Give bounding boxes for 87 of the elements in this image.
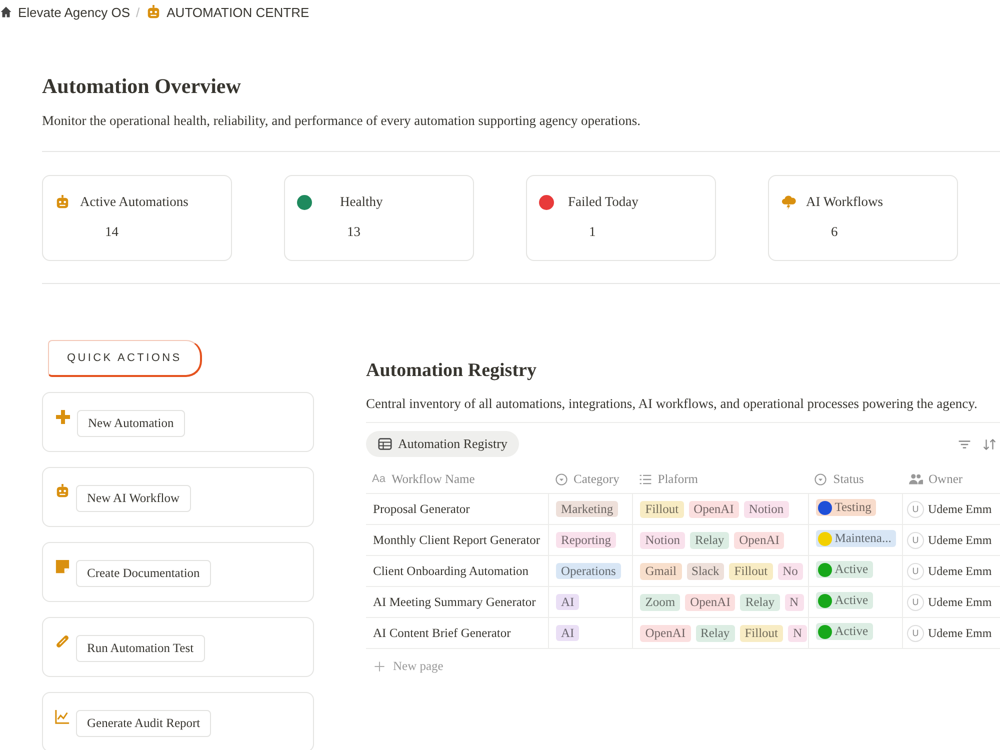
tag: Gmail	[640, 562, 682, 580]
section-label: QUICK ACTIONS	[48, 340, 202, 377]
section-description: Central inventory of all automations, integrations, AI workflows, and operational processes powering the agency.	[366, 396, 978, 412]
stat-value: 13	[347, 224, 362, 240]
chart-icon	[55, 709, 70, 724]
tag: AI	[556, 624, 580, 640]
tag: Reporting	[556, 532, 616, 548]
owner-name: Udeme Emm	[928, 532, 992, 548]
tag: Notion	[640, 532, 685, 548]
select-type-icon	[554, 472, 568, 486]
status-tag: Active	[816, 623, 874, 640]
tag: Fillout	[640, 500, 684, 518]
stat-value: 1	[589, 224, 597, 240]
view-tab[interactable]: Automation Registry	[366, 431, 520, 457]
tag: OpenAI	[688, 500, 739, 518]
action-button[interactable]: Run Automation Test	[76, 635, 205, 662]
owner-name: Udeme Emm	[928, 594, 992, 610]
tag: N	[784, 594, 804, 610]
stat-label: AI Workflows	[806, 194, 884, 210]
table-cell: Monthly Client Report Generator	[366, 524, 549, 556]
plus-icon	[374, 661, 385, 672]
owner-name: Udeme Emm	[928, 626, 992, 640]
page-description: Monitor the operational health, reliability, and performance of every automation supporting agency operations.	[42, 113, 642, 129]
status-tag: Maintena...	[816, 530, 896, 548]
stat-label: Failed Today	[568, 194, 638, 210]
column-header[interactable]: Plaform	[632, 465, 808, 494]
tag: OpenAI	[734, 532, 784, 548]
column-header[interactable]: Category	[548, 465, 633, 494]
column-header[interactable]: Owner	[902, 465, 1000, 494]
plus-icon	[55, 409, 71, 425]
stat-value: 14	[105, 224, 120, 240]
status-tag: Active	[816, 561, 874, 578]
status-tag: Testing	[816, 499, 876, 516]
tag: Operations	[556, 562, 621, 578]
action-button[interactable]: Generate Audit Report	[76, 710, 212, 737]
action-button[interactable]: New AI Workflow	[76, 485, 190, 512]
tag: No	[778, 562, 803, 580]
robot-icon	[146, 4, 161, 20]
owner-name: Udeme Emm	[928, 564, 992, 578]
tag: Zoom	[640, 594, 680, 610]
tag: Fillout	[729, 562, 773, 580]
stat-value: 6	[831, 224, 839, 240]
cloud-icon	[781, 194, 796, 210]
tag: Marketing	[556, 500, 618, 516]
breadcrumb-link[interactable]: AUTOMATION CENTRE	[146, 4, 310, 20]
robot-icon	[55, 484, 70, 499]
tag: N	[788, 624, 808, 642]
tag: AI	[556, 594, 580, 610]
table-cell: Proposal Generator	[366, 494, 549, 524]
column-header[interactable]: Status	[808, 465, 903, 494]
tag: Notion	[744, 500, 789, 518]
avatar: U	[907, 562, 924, 580]
avatar: U	[907, 594, 924, 610]
stat-label: Active Automations	[80, 194, 188, 210]
tag: OpenAI	[640, 624, 691, 642]
table-cell: Client Onboarding Automation	[366, 556, 549, 586]
tag: Relay	[690, 532, 730, 548]
status-tag: Active	[816, 592, 874, 610]
page-title: Automation Overview	[42, 74, 242, 99]
breadcrumb-link[interactable]: Elevate Agency OS	[0, 4, 130, 20]
list-icon	[638, 472, 652, 486]
tag: Fillout	[740, 624, 784, 642]
table-cell: AI Meeting Summary Generator	[366, 586, 549, 618]
breadcrumb-separator: /	[136, 4, 140, 20]
tag: Relay	[740, 594, 780, 610]
select-type-icon	[814, 472, 828, 486]
people-icon	[908, 472, 923, 486]
tag: Relay	[696, 624, 735, 642]
avatar: U	[907, 532, 924, 548]
robot-icon	[55, 194, 70, 210]
home-icon	[0, 6, 12, 18]
text-type-icon: Aa	[372, 473, 386, 485]
table-cell: AI Content Brief Generator	[366, 618, 549, 648]
tag: OpenAI	[685, 594, 736, 610]
stat-label: Healthy	[340, 194, 383, 210]
tag: Slack	[686, 562, 724, 580]
filter-icon[interactable]	[958, 438, 971, 450]
section-title: Automation Registry	[366, 360, 538, 382]
avatar: U	[907, 624, 924, 642]
owner-name: Udeme Emm	[928, 502, 992, 516]
avatar: U	[907, 500, 924, 518]
action-button[interactable]: Create Documentation	[76, 560, 211, 587]
column-header[interactable]: Aa Workflow Name	[366, 465, 549, 494]
sort-icon[interactable]	[983, 438, 996, 450]
action-button[interactable]: New Automation	[77, 410, 185, 437]
table-icon	[378, 437, 392, 451]
note-icon	[55, 559, 70, 574]
